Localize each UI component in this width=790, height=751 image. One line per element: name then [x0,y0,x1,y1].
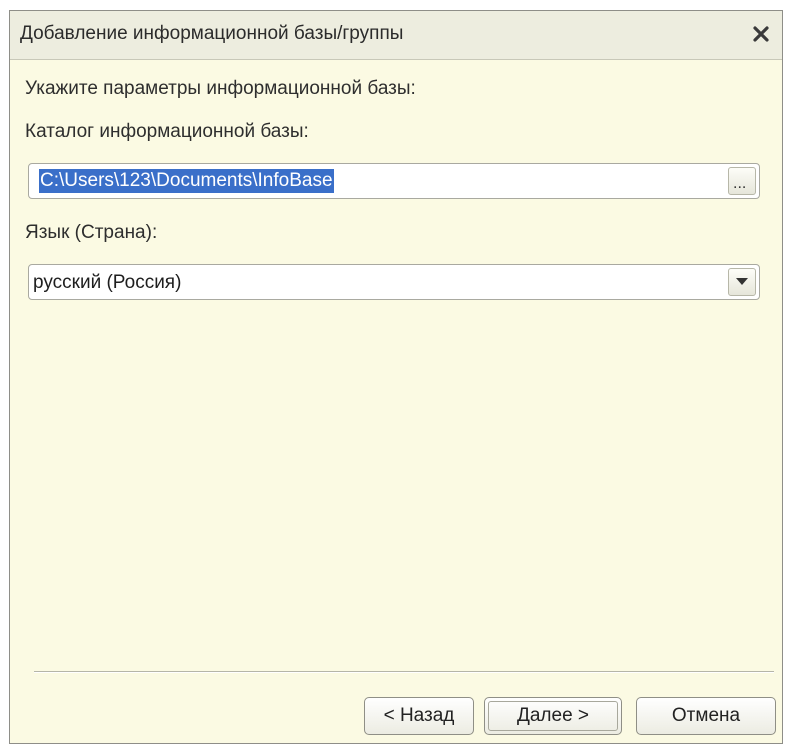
ellipsis-icon: ... [733,175,747,192]
catalog-path-input[interactable]: C:\Users\123\Documents\InfoBase ... [28,163,760,199]
catalog-label: Каталог информационной базы: [25,121,309,142]
instruction-text: Укажите параметры информационной базы: [25,78,416,99]
catalog-path-value[interactable]: C:\Users\123\Documents\InfoBase [39,169,334,193]
browse-button[interactable]: ... [728,167,756,195]
close-button[interactable] [746,19,776,49]
language-dropdown-button[interactable] [728,268,756,296]
dialog-title: Добавление информационной базы/группы [20,23,404,44]
close-icon [753,26,769,42]
title-bar: Добавление информационной базы/группы [10,11,782,60]
back-button[interactable]: < Назад [364,697,474,735]
add-infobase-dialog: Добавление информационной базы/группы Ук… [9,10,783,744]
focus-ring [488,701,618,731]
footer-separator [34,671,774,673]
next-button[interactable]: Далее > [484,697,622,735]
chevron-down-icon [736,278,748,285]
language-label: Язык (Страна): [25,222,158,243]
language-selected-value: русский (Россия) [33,272,182,293]
language-select[interactable]: русский (Россия) [28,264,760,300]
cancel-button[interactable]: Отмена [636,697,776,735]
